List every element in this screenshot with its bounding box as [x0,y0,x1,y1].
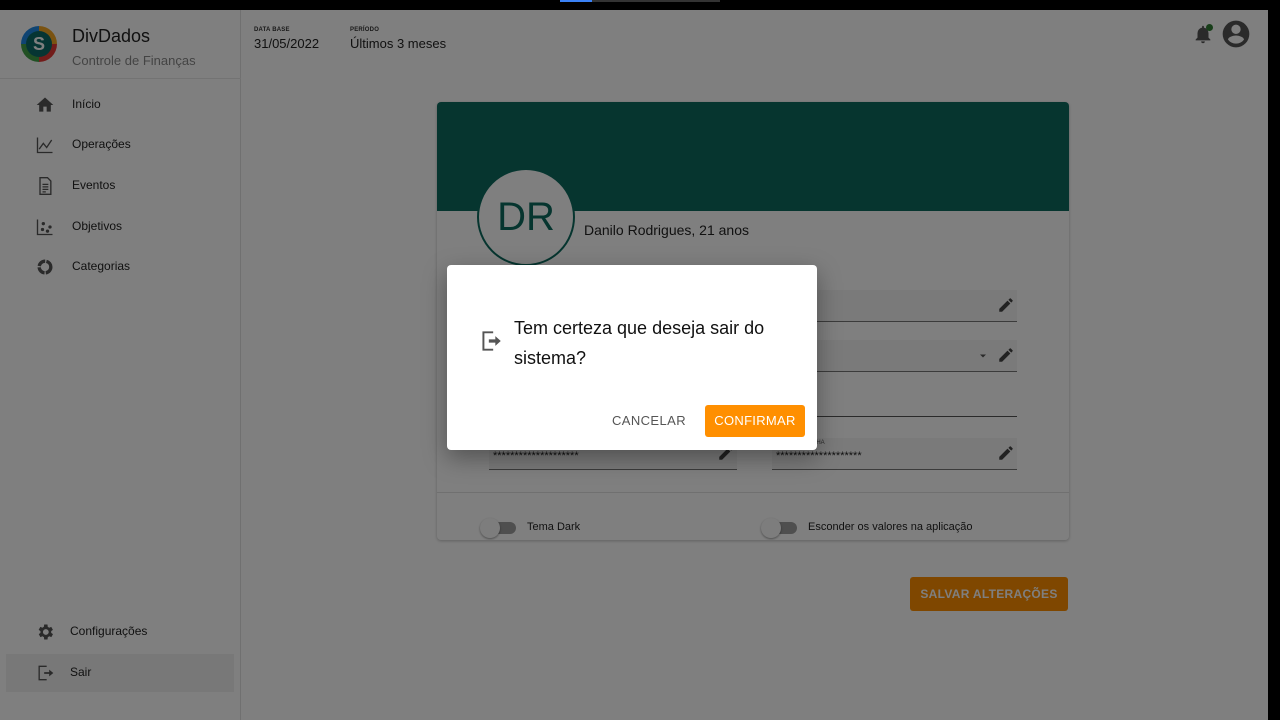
app-root: S DivDados Controle de Finanças Início O… [0,10,1268,720]
cancel-button[interactable]: CANCELAR [607,405,691,437]
window-tab-indicator [560,0,592,2]
dialog-message: Tem certeza que deseja sair do sistema? [514,318,765,368]
window-top-strip [0,0,1280,10]
logout-dialog: Tem certeza que deseja sair do sistema? … [447,265,817,450]
logout-icon [482,331,501,351]
confirm-button[interactable]: CONFIRMAR [705,405,805,437]
